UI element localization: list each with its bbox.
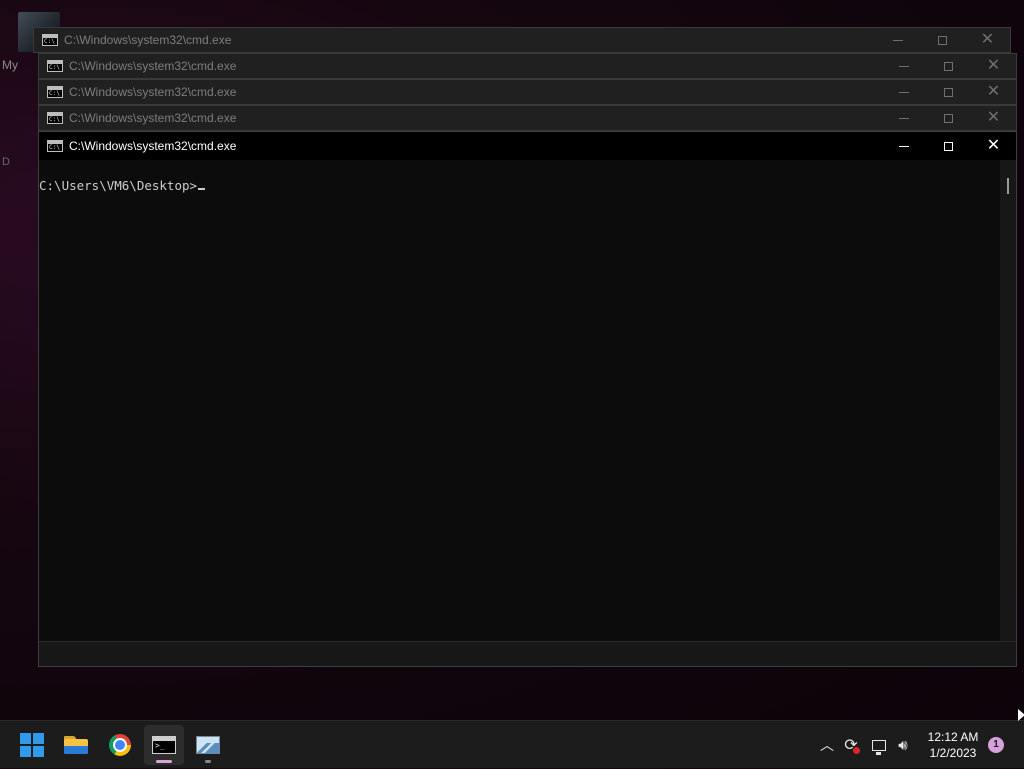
- speaker-icon: 🔊︎: [898, 736, 908, 754]
- network-button[interactable]: [868, 721, 890, 769]
- cmd-window-background-3[interactable]: C:\Windows\system32\cmd.exe ✕: [38, 79, 1017, 105]
- minimize-button[interactable]: [881, 132, 926, 160]
- close-icon: ✕: [986, 137, 1001, 154]
- maximize-icon: [944, 141, 953, 151]
- clock-time: 12:12 AM: [927, 730, 979, 744]
- window-title: C:\Windows\system32\cmd.exe: [69, 85, 237, 99]
- chrome-button[interactable]: [100, 725, 140, 765]
- console-output[interactable]: C:\Users\VM6\Desktop>: [39, 160, 1000, 642]
- desktop-label-secondary: D: [2, 156, 10, 168]
- close-icon: ✕: [986, 83, 1001, 100]
- window-title: C:\Windows\system32\cmd.exe: [69, 139, 237, 153]
- cmd-window-background-4[interactable]: C:\Windows\system32\cmd.exe ✕: [38, 105, 1017, 131]
- network-icon: [872, 739, 886, 755]
- cmd-taskbar-button[interactable]: [144, 725, 184, 765]
- cmd-app-icon: [47, 86, 63, 98]
- cmd-app-icon: [47, 60, 63, 72]
- close-icon: ✕: [980, 31, 995, 48]
- cmd-window-active[interactable]: C:\Windows\system32\cmd.exe ✕ C:\Users\V…: [38, 131, 1017, 667]
- file-explorer-button[interactable]: [56, 725, 96, 765]
- close-button[interactable]: ✕: [965, 28, 1010, 52]
- maximize-icon: [944, 61, 953, 71]
- desktop-label: My: [2, 58, 18, 72]
- mouse-pointer-icon: [1018, 709, 1024, 721]
- active-app-indicator: [156, 760, 172, 763]
- minimize-button[interactable]: [875, 28, 920, 52]
- minimize-icon: [898, 117, 909, 119]
- minimize-button[interactable]: [881, 106, 926, 130]
- close-button[interactable]: ✕: [971, 80, 1016, 104]
- maximize-button[interactable]: [926, 106, 971, 130]
- horizontal-scrollbar[interactable]: [39, 641, 1016, 666]
- command-prompt: C:\Users\VM6\Desktop>: [39, 178, 198, 193]
- close-icon: ✕: [986, 57, 1001, 74]
- minimize-button[interactable]: [881, 80, 926, 104]
- notification-badge[interactable]: 1: [988, 737, 1004, 753]
- close-button[interactable]: ✕: [971, 54, 1016, 78]
- cmd-window-background-2[interactable]: C:\Windows\system32\cmd.exe ✕: [38, 53, 1017, 79]
- close-button[interactable]: ✕: [971, 132, 1016, 160]
- maximize-icon: [944, 113, 953, 123]
- minimize-icon: [898, 65, 909, 67]
- window-title: C:\Windows\system32\cmd.exe: [69, 111, 237, 125]
- vertical-scrollbar[interactable]: [1000, 160, 1016, 642]
- show-hidden-icons-button[interactable]: ︿: [816, 721, 838, 769]
- command-prompt-line[interactable]: C:\Users\VM6\Desktop>: [39, 178, 1000, 193]
- cmd-app-icon: [42, 34, 58, 46]
- maximize-button[interactable]: [926, 54, 971, 78]
- chevron-up-icon: ︿: [820, 737, 834, 753]
- maximize-button[interactable]: [926, 80, 971, 104]
- running-app-indicator: [205, 760, 211, 763]
- cmd-window-background-1[interactable]: C:\Windows\system32\cmd.exe ✕: [33, 27, 1011, 53]
- window-title: C:\Windows\system32\cmd.exe: [69, 59, 237, 73]
- maximize-button[interactable]: [920, 28, 965, 52]
- volume-button[interactable]: 🔊︎: [892, 721, 914, 769]
- maximize-button[interactable]: [926, 132, 971, 160]
- maximize-icon: [938, 35, 947, 45]
- chrome-icon: [109, 734, 131, 756]
- minimize-button[interactable]: [881, 54, 926, 78]
- window-title: C:\Windows\system32\cmd.exe: [64, 33, 232, 47]
- clock-button[interactable]: 12:12 AM 1/2/2023: [918, 729, 988, 761]
- text-cursor: [198, 188, 206, 190]
- minimize-icon: [892, 39, 903, 41]
- folder-icon: [64, 736, 88, 754]
- clock-date: 1/2/2023: [929, 746, 977, 760]
- close-button[interactable]: ✕: [971, 106, 1016, 130]
- resource-monitor-icon: [196, 736, 220, 754]
- sync-error-icon: ⟳: [844, 737, 860, 754]
- cmd-icon: [152, 736, 176, 754]
- maximize-icon: [944, 87, 953, 97]
- sync-status-button[interactable]: ⟳: [840, 721, 862, 769]
- cmd-app-icon: [47, 140, 63, 152]
- close-icon: ✕: [986, 109, 1001, 126]
- resource-monitor-button[interactable]: [188, 725, 228, 765]
- minimize-icon: [898, 145, 909, 147]
- minimize-icon: [898, 91, 909, 93]
- scrollbar-thumb[interactable]: [1007, 178, 1009, 194]
- title-bar[interactable]: C:\Windows\system32\cmd.exe ✕: [39, 132, 1016, 160]
- start-button[interactable]: [12, 725, 52, 765]
- taskbar: ︿ ⟳ 🔊︎ 12:12 AM 1/2/2023 1: [0, 720, 1024, 768]
- cmd-app-icon: [47, 112, 63, 124]
- windows-logo-icon: [20, 733, 44, 757]
